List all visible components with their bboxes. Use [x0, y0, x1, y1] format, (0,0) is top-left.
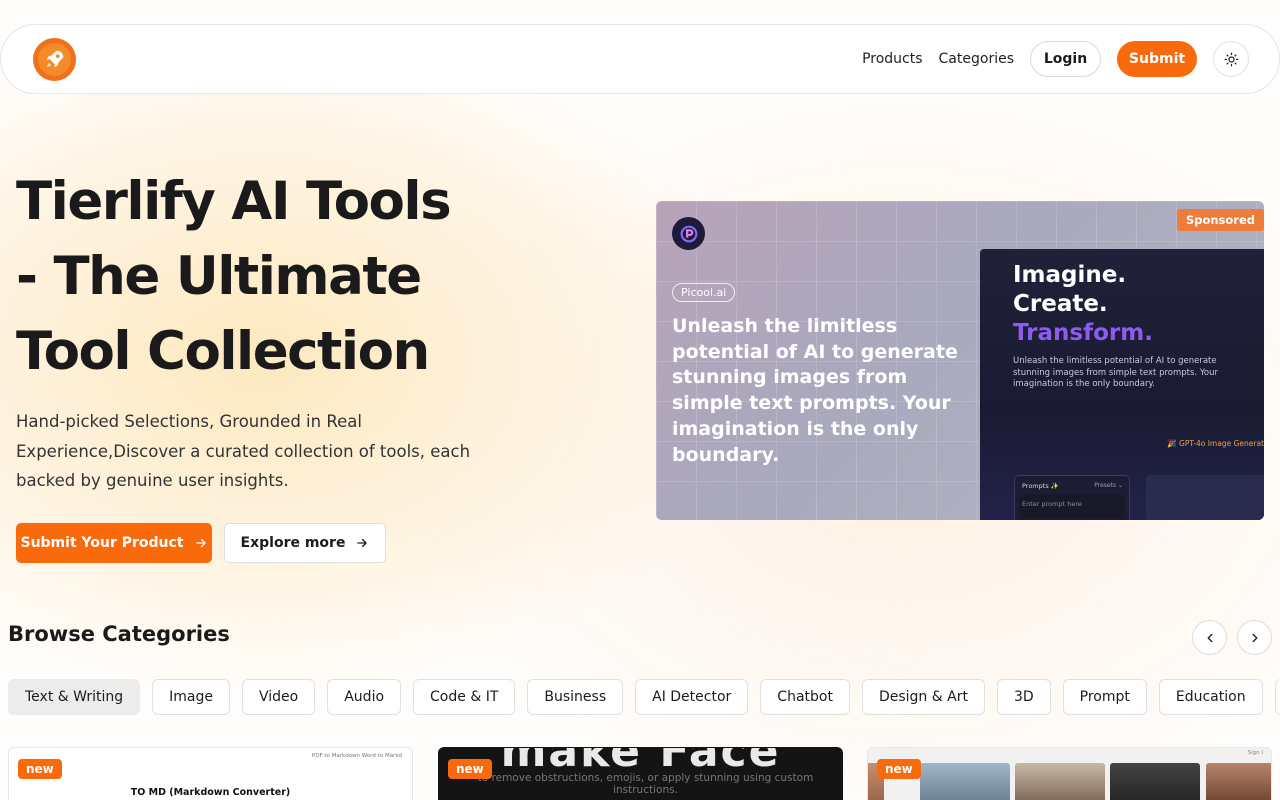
category-tab[interactable]: Audio — [327, 679, 402, 715]
category-tab[interactable]: Education — [1158, 679, 1263, 715]
card-header-text: PDF to Markdown Word to Markd — [311, 753, 402, 759]
submit-product-label: Submit Your Product — [20, 535, 184, 551]
sun-icon — [1224, 52, 1238, 66]
face-thumbnail — [1206, 763, 1271, 800]
hero-subtitle: Hand-picked Selections, Grounded in Real… — [16, 412, 471, 490]
category-tabs: Text & Writing Image Video Audio Code & IT Bu… — [8, 679, 1280, 715]
submit-button[interactable]: Submit — [1117, 41, 1197, 77]
rocket-icon — [38, 42, 71, 76]
explore-more-button[interactable]: Explore more — [224, 523, 386, 563]
category-tab[interactable]: Code & IT — [413, 679, 516, 715]
category-tab[interactable]: Image — [152, 679, 230, 715]
arrow-right-icon — [195, 538, 206, 548]
ad-headline: Unleash the limitless potential of AI to… — [672, 315, 958, 466]
card-preview-text: to remove obstructions, emojis, or apply… — [477, 772, 814, 796]
ad-prompt-box: Prompts ✨ Presets ⌄ Enter prompt here — [1014, 475, 1130, 520]
ad-panel-line: Transform. — [1013, 320, 1153, 346]
category-tab[interactable]: AI Detector — [635, 679, 749, 715]
face-thumbnail — [920, 763, 1010, 800]
category-tab[interactable]: Chatbot — [760, 679, 850, 715]
face-thumbnail — [1110, 763, 1200, 800]
categories-next-button[interactable] — [1237, 620, 1272, 655]
category-tab[interactable]: Prompt — [1062, 679, 1147, 715]
ad-panel-heading: Imagine. Create. Transform. — [1013, 261, 1153, 348]
ad-panel-line: Imagine. — [1013, 262, 1127, 288]
new-badge: new — [877, 759, 921, 779]
hero-title-line: Tierlify AI Tools — [16, 171, 452, 232]
login-button[interactable]: Login — [1030, 41, 1101, 77]
picool-logo-icon — [672, 217, 705, 250]
chevron-right-icon — [1252, 633, 1257, 642]
hero-title-line: Tool Collection — [16, 321, 430, 382]
ad-brand-pill: Picool.ai — [672, 283, 736, 302]
ad-panel-line: Create. — [1013, 291, 1108, 317]
categories-prev-button[interactable] — [1192, 620, 1227, 655]
product-card[interactable]: new Sign I — [867, 747, 1272, 800]
face-thumbnail — [1015, 763, 1105, 800]
explore-more-label: Explore more — [240, 535, 346, 551]
ad-prompt-placeholder: Enter prompt here — [1022, 500, 1082, 508]
ad-prompt-presets: Presets ⌄ — [1094, 482, 1123, 489]
category-tab[interactable]: Video — [242, 679, 316, 715]
card-header-text: Sign I — [1247, 750, 1263, 756]
ad-preview-tile — [1146, 475, 1264, 520]
product-card[interactable]: new PDF to Markdown Word to Markd TO MD … — [8, 747, 413, 800]
product-card[interactable]: new make Face to remove obstructions, em… — [438, 747, 843, 800]
nav-products-link[interactable]: Products — [862, 51, 922, 67]
ad-panel-text: Unleash the limitless potential of AI to… — [1013, 356, 1218, 389]
chevron-left-icon — [1207, 633, 1212, 642]
hero-title: Tierlify AI Tools - The Ultimate Tool Co… — [16, 164, 576, 389]
hero-title-line: - The Ultimate — [16, 246, 422, 307]
category-tab[interactable]: Business — [527, 679, 624, 715]
category-tab[interactable]: Design & Art — [861, 679, 985, 715]
ad-panel-tag: 🎉 GPT-4o Image Generat — [1167, 439, 1264, 448]
nav-categories-link[interactable]: Categories — [939, 51, 1014, 67]
category-tab[interactable]: Li — [1274, 679, 1280, 715]
sponsored-badge: Sponsored — [1176, 209, 1264, 231]
browse-categories-title: Browse Categories — [8, 622, 230, 646]
category-tab[interactable]: 3D — [996, 679, 1051, 715]
new-badge: new — [448, 759, 492, 779]
theme-toggle-button[interactable] — [1213, 41, 1249, 77]
arrow-right-icon — [357, 538, 368, 548]
submit-product-button[interactable]: Submit Your Product — [16, 523, 212, 563]
site-logo[interactable] — [33, 37, 76, 81]
ad-prompt-label: Prompts ✨ — [1022, 482, 1059, 490]
new-badge: new — [18, 759, 62, 779]
ad-preview-panel: Imagine. Create. Transform. Unleash the … — [980, 249, 1264, 520]
card-preview-title: TO MD (Markdown Converter) — [130, 787, 291, 798]
category-tab[interactable]: Text & Writing — [8, 679, 141, 715]
sponsored-ad-card[interactable]: Sponsored Picool.ai Unleash the limitles… — [656, 201, 1264, 520]
top-navbar: Products Categories Login Submit — [0, 24, 1280, 94]
